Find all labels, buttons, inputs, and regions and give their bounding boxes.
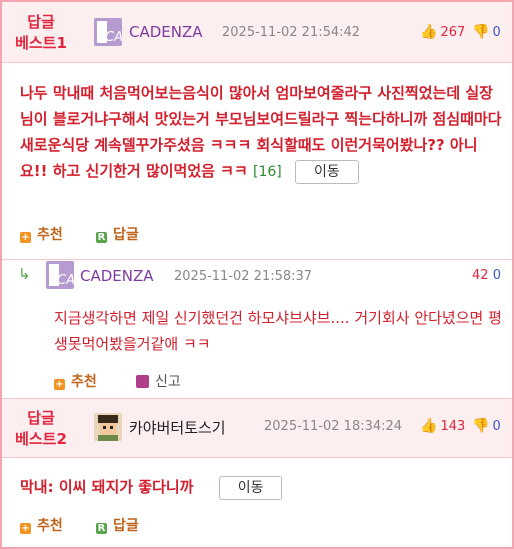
reply-count[interactable]: [16] <box>253 164 282 180</box>
comment-text: 막내: 이씨 돼지가 좋다니까 <box>20 478 194 496</box>
reply-r-icon: R <box>96 523 107 534</box>
thumbs-up-icon: 👍 <box>420 24 438 40</box>
downvote-button[interactable]: 👎 0 <box>472 418 501 434</box>
thumbs-down-icon: 👎 <box>472 418 490 434</box>
best-badge-2: 답글 베스트2 <box>8 408 74 450</box>
recommend-button[interactable]: + 추천 <box>20 515 63 535</box>
best-comment-2-header: 답글 베스트2 카야버터토스기 2025-11-02 18:34:24 👍 143… <box>2 398 512 458</box>
report-icon <box>136 375 149 388</box>
reply-button[interactable]: R 답글 <box>96 515 139 535</box>
reply-label: 답글 <box>113 227 139 243</box>
reply-label: 답글 <box>113 518 139 534</box>
reply-nickname[interactable]: CADENZA <box>80 267 154 285</box>
move-button[interactable]: 이동 <box>218 475 283 500</box>
divider <box>2 259 512 260</box>
report-button[interactable]: 신고 <box>136 371 181 391</box>
reply-upvote[interactable]: 42 0 <box>472 268 501 283</box>
nickname[interactable]: 카야버터토스기 <box>129 417 226 438</box>
reply-recommend-button[interactable]: + 추천 <box>54 371 97 391</box>
comment-body: 나두 막내때 처음먹어보는음식이 많아서 엄마보여줄라구 사진찍었는데 실장님이… <box>20 80 504 185</box>
nickname[interactable]: CADENZA <box>129 23 203 41</box>
reply-timestamp: 2025-11-02 21:58:37 <box>174 269 313 284</box>
reply-button[interactable]: R 답글 <box>96 224 139 244</box>
downvote-count: 0 <box>492 25 501 40</box>
report-label: 신고 <box>155 374 181 390</box>
upvote-button[interactable]: 👍 267 <box>420 24 465 40</box>
recommend-label: 추천 <box>37 518 63 534</box>
timestamp: 2025-11-02 18:34:24 <box>264 419 403 434</box>
avatar[interactable] <box>94 413 122 441</box>
svg-text:CA: CA <box>57 273 74 288</box>
downvote-count: 0 <box>492 419 501 434</box>
reply-avatar[interactable]: CA <box>46 261 74 289</box>
timestamp: 2025-11-02 21:54:42 <box>222 25 361 40</box>
upvote-count: 267 <box>440 25 466 40</box>
best-badge-label: 답글 <box>27 13 55 31</box>
recommend-label: 추천 <box>71 374 97 390</box>
best-badge-1: 답글 베스트1 <box>8 12 74 54</box>
comment-body: 막내: 이씨 돼지가 좋다니까 이동 <box>20 474 504 500</box>
comment-panel: 답글 베스트1 CA CADENZA 2025-11-02 21:54:42 👍… <box>0 0 514 549</box>
thumbs-up-icon: 👍 <box>420 418 438 434</box>
thumbs-down-icon: 👎 <box>472 24 490 40</box>
best-badge-rank: 베스트2 <box>15 430 67 448</box>
upvote-count: 143 <box>440 419 466 434</box>
plus-square-icon: + <box>20 232 31 243</box>
reply-downvote-icon: 0 <box>492 268 501 283</box>
reply-r-icon: R <box>96 232 107 243</box>
move-button[interactable]: 이동 <box>295 159 359 184</box>
best-comment-1-header: 답글 베스트1 CA CADENZA 2025-11-02 21:54:42 👍… <box>2 2 512 63</box>
reply-text: 지금생각하면 제일 신기했던건 하모샤브샤브.... 거기회사 안다녔으면 평생… <box>54 309 502 353</box>
upvote-button[interactable]: 👍 143 <box>420 418 465 434</box>
best-badge-label: 답글 <box>27 409 55 427</box>
svg-text:CA: CA <box>105 30 122 45</box>
best-badge-rank: 베스트1 <box>15 34 67 52</box>
avatar[interactable]: CA <box>94 18 122 46</box>
recommend-label: 추천 <box>37 227 63 243</box>
reply-upvote-count: 42 <box>472 268 489 283</box>
plus-square-icon: + <box>54 379 65 390</box>
downvote-button[interactable]: 👎 0 <box>472 24 501 40</box>
reply-arrow-icon: ↳ <box>18 265 31 283</box>
plus-square-icon: + <box>20 523 31 534</box>
recommend-button[interactable]: + 추천 <box>20 224 63 244</box>
